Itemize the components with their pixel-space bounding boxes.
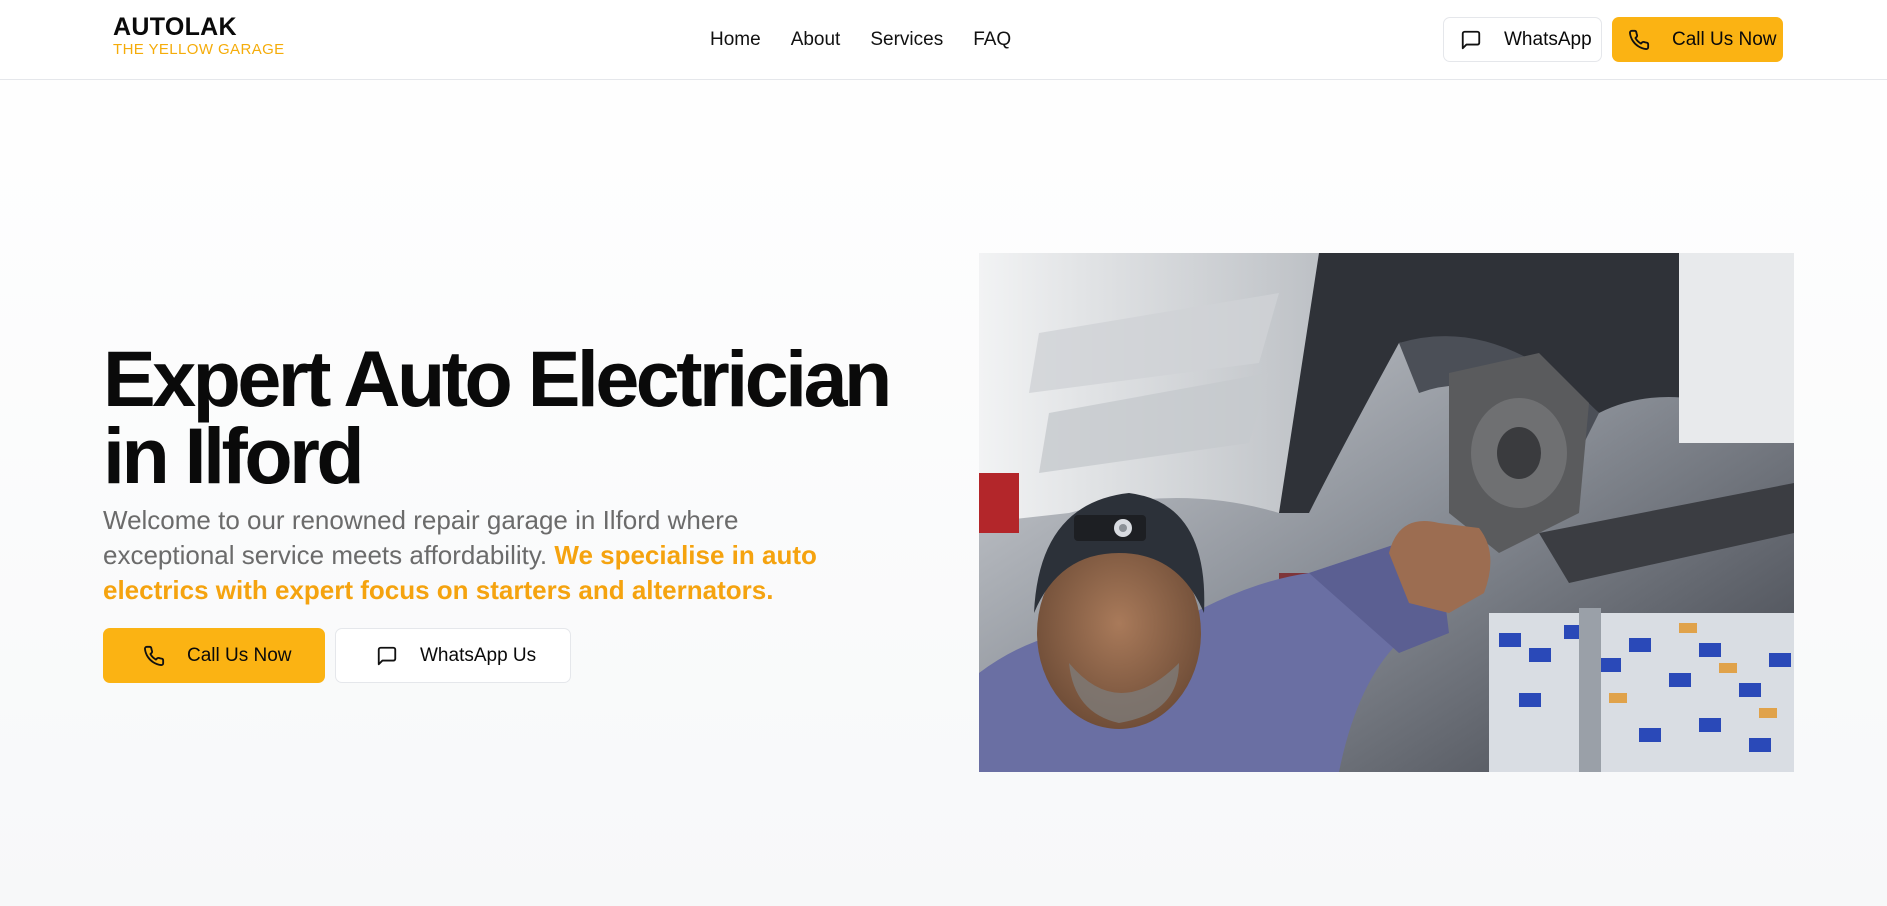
message-square-icon bbox=[376, 645, 398, 667]
hero-whatsapp-label: WhatsApp Us bbox=[420, 644, 537, 666]
phone-icon bbox=[1628, 29, 1650, 51]
header-whatsapp-label: WhatsApp bbox=[1504, 28, 1592, 50]
hero-description: Welcome to our renowned repair garage in… bbox=[103, 503, 873, 608]
hero-image bbox=[979, 253, 1794, 772]
nav-item-services[interactable]: Services bbox=[870, 28, 943, 52]
hero-call-button[interactable]: Call Us Now bbox=[103, 628, 325, 683]
nav-item-faq[interactable]: FAQ bbox=[973, 28, 1011, 52]
main-nav: Home About Services FAQ bbox=[710, 28, 1011, 52]
phone-icon bbox=[143, 645, 165, 667]
nav-item-home[interactable]: Home bbox=[710, 28, 761, 52]
header-call-button[interactable]: Call Us Now bbox=[1612, 17, 1783, 62]
hero-title: Expert Auto Electrician in Ilford bbox=[103, 334, 892, 500]
nav-item-about[interactable]: About bbox=[791, 28, 841, 52]
header-call-label: Call Us Now bbox=[1672, 28, 1777, 50]
hero-whatsapp-button[interactable]: WhatsApp Us bbox=[335, 628, 571, 683]
header-whatsapp-button[interactable]: WhatsApp bbox=[1443, 17, 1602, 62]
mechanic-under-car-photo bbox=[979, 253, 1794, 772]
brand-tagline: THE YELLOW GARAGE bbox=[113, 41, 285, 58]
site-header: AUTOLAK THE YELLOW GARAGE Home About Ser… bbox=[0, 0, 1887, 80]
brand-logo[interactable]: AUTOLAK THE YELLOW GARAGE bbox=[113, 12, 285, 58]
brand-name: AUTOLAK bbox=[113, 13, 237, 41]
hero-call-label: Call Us Now bbox=[187, 644, 292, 666]
message-square-icon bbox=[1460, 29, 1482, 51]
